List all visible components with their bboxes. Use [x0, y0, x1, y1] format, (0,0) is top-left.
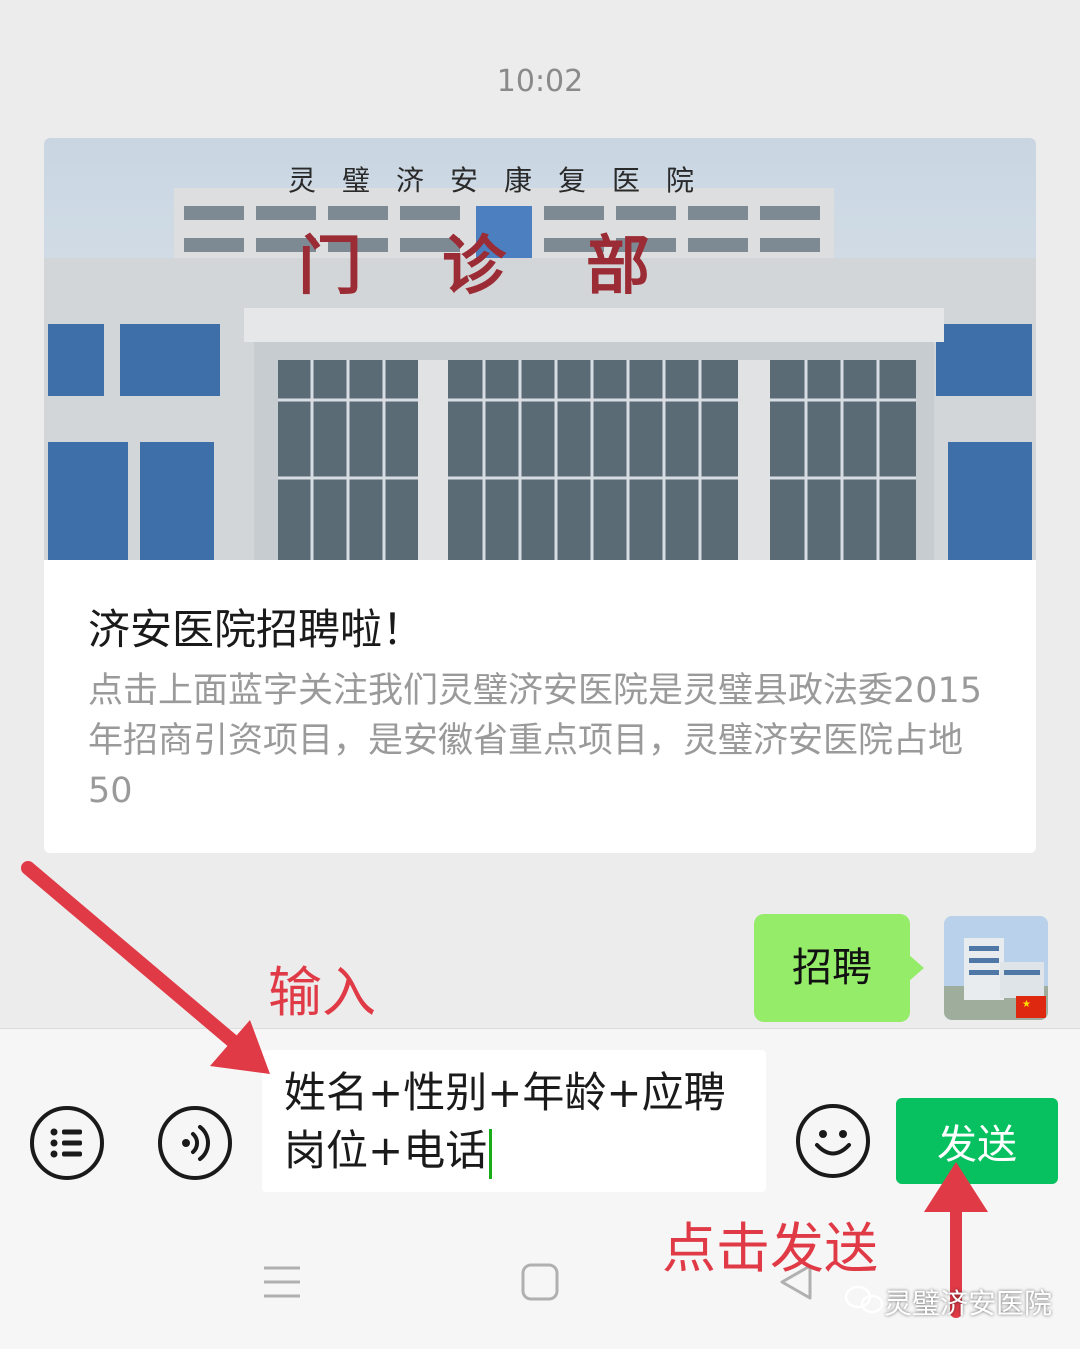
message-input-line-1: 姓名+性别+年龄+应聘: [284, 1068, 726, 1117]
emoji-icon: [815, 1130, 851, 1156]
voice-button[interactable]: [158, 1106, 232, 1180]
nav-home-icon[interactable]: [520, 1262, 560, 1302]
voice-icon: [182, 1125, 210, 1161]
nav-menu-icon[interactable]: [262, 1262, 302, 1302]
annotation-input-hint: 输入: [268, 961, 376, 1024]
annotation-send-hint: 点击发送: [662, 1217, 878, 1280]
emoji-button[interactable]: [796, 1104, 870, 1178]
avatar[interactable]: ★: [944, 916, 1048, 1020]
message-bubble-tail: [908, 954, 924, 982]
article-card[interactable]: 灵璧济安康复医院 门诊部 济安医院招聘啦！ 点击上面蓝字关注我们灵璧济安医院是灵…: [44, 138, 1036, 853]
article-image-sign-main: 门诊部: [298, 229, 730, 304]
watermark-text: 灵璧济安医院: [884, 1287, 1053, 1320]
message-input-line-2: 岗位+电话: [284, 1126, 488, 1175]
message-input-value: 姓名+性别+年龄+应聘 岗位+电话: [284, 1064, 754, 1180]
message-bubble[interactable]: 招聘: [754, 914, 910, 1022]
avatar-image: ★: [944, 916, 1048, 1020]
send-button[interactable]: 发送: [896, 1098, 1058, 1184]
text-cursor: [489, 1128, 493, 1179]
article-image-sign-top: 灵璧济安康复医院: [288, 164, 720, 197]
message-timestamp: 10:02: [496, 64, 584, 99]
article-summary: 点击上面蓝字关注我们灵璧济安医院是灵璧县政法委2015年招商引资项目，是安徽省重…: [88, 671, 983, 811]
menu-list-button[interactable]: [30, 1106, 104, 1180]
svg-text:★: ★: [1022, 999, 1031, 1010]
menu-list-icon: [50, 1128, 82, 1158]
message-input[interactable]: 姓名+性别+年龄+应聘 岗位+电话: [262, 1050, 766, 1192]
article-cover-image: 灵璧济安康复医院 门诊部: [44, 138, 1036, 560]
article-title: 济安医院招聘啦！: [88, 605, 425, 654]
